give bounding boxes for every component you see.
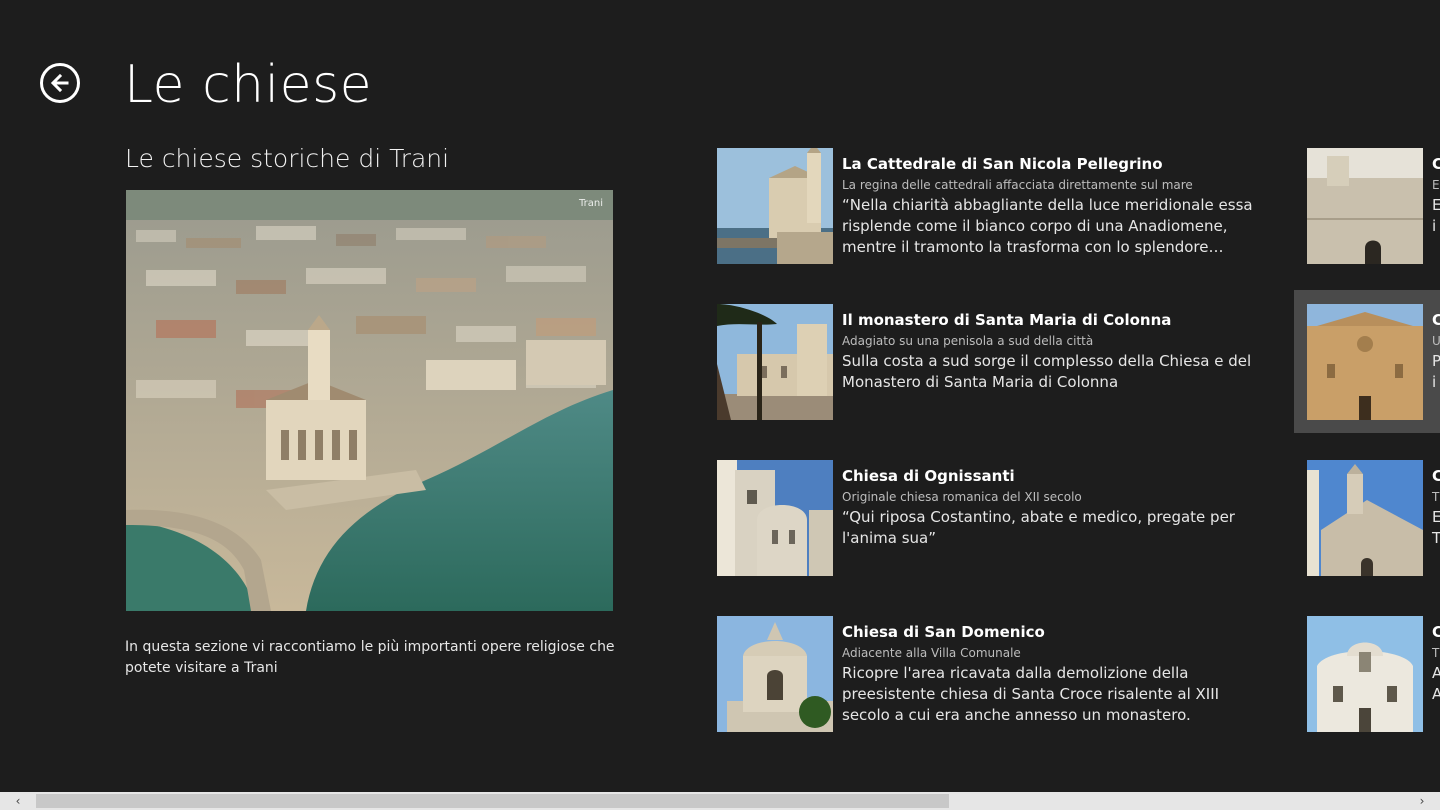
thumbnail-image (717, 148, 833, 264)
item-description: A (1432, 664, 1440, 682)
back-arrow-icon (50, 73, 69, 93)
list-item-col2-1[interactable]: C E E i (1307, 148, 1440, 264)
item-subtitle: T (1432, 646, 1440, 660)
thumbnail-image (717, 616, 833, 732)
thumbnail-image (717, 304, 833, 420)
item-description: E (1432, 196, 1440, 214)
back-button[interactable] (40, 63, 80, 103)
item-description-line: i (1432, 217, 1437, 235)
item-description-line: T (1432, 529, 1440, 547)
item-title: La Cattedrale di San Nicola Pellegrino (842, 155, 1163, 173)
item-subtitle: Adagiato su una penisola a sud della cit… (842, 334, 1094, 348)
item-subtitle: E (1432, 178, 1440, 192)
item-title: Chiesa di San Domenico (842, 623, 1045, 641)
section-subtitle: Le chiese storiche di Trani (125, 144, 450, 173)
item-title: C (1432, 467, 1440, 485)
hero-image[interactable]: Trani (126, 190, 613, 611)
item-subtitle: Adiacente alla Villa Comunale (842, 646, 1021, 660)
item-title: C (1432, 311, 1440, 329)
item-subtitle: T (1432, 490, 1440, 504)
list-item-col2-3[interactable]: C T E T (1307, 460, 1440, 576)
hero-image-label: Trani (579, 198, 603, 209)
item-description: P (1432, 352, 1440, 370)
thumbnail-image (1307, 460, 1423, 576)
item-description: “Nella chiarità abbagliante della luce m… (842, 196, 1253, 256)
scroll-left-icon[interactable]: ‹ (0, 792, 36, 810)
item-title: Chiesa di Ognissanti (842, 467, 1015, 485)
item-description: E (1432, 508, 1440, 526)
scrollbar-thumb[interactable] (36, 794, 949, 808)
thumbnail-image (1307, 304, 1423, 420)
page-title: Le chiese (124, 55, 373, 115)
item-subtitle: Originale chiesa romanica del XII secolo (842, 490, 1082, 504)
item-subtitle: U (1432, 334, 1440, 348)
scroll-right-icon[interactable]: › (1404, 792, 1440, 810)
item-title: Il monastero di Santa Maria di Colonna (842, 311, 1172, 329)
item-title: C (1432, 155, 1440, 173)
list-item-colonna[interactable]: Il monastero di Santa Maria di Colonna A… (717, 304, 1277, 420)
list-item-cattedrale[interactable]: La Cattedrale di San Nicola Pellegrino L… (717, 148, 1277, 264)
thumbnail-image (1307, 148, 1423, 264)
item-description: Sulla costa a sud sorge il complesso del… (842, 352, 1252, 391)
item-description: Ricopre l'area ricavata dalla demolizion… (842, 664, 1220, 724)
item-description: “Qui riposa Costantino, abate e medico, … (842, 508, 1235, 547)
list-item-col2-4[interactable]: C T A A (1307, 616, 1440, 732)
list-item-san-domenico[interactable]: Chiesa di San Domenico Adiacente alla Vi… (717, 616, 1277, 732)
thumbnail-image (1307, 616, 1423, 732)
item-title: C (1432, 623, 1440, 641)
thumbnail-image (717, 460, 833, 576)
horizontal-scrollbar[interactable]: ‹ › (0, 792, 1440, 810)
intro-text: In questa sezione vi raccontiamo le più … (125, 639, 615, 676)
item-description-line: A (1432, 685, 1440, 703)
item-description-line: i (1432, 373, 1437, 391)
list-item-col2-2[interactable]: C U P i (1307, 304, 1440, 420)
page: Le chiese Le chiese storiche di Trani Tr… (0, 0, 1440, 810)
list-item-ognissanti[interactable]: Chiesa di Ognissanti Originale chiesa ro… (717, 460, 1277, 576)
item-subtitle: La regina delle cattedrali affacciata di… (842, 178, 1193, 192)
